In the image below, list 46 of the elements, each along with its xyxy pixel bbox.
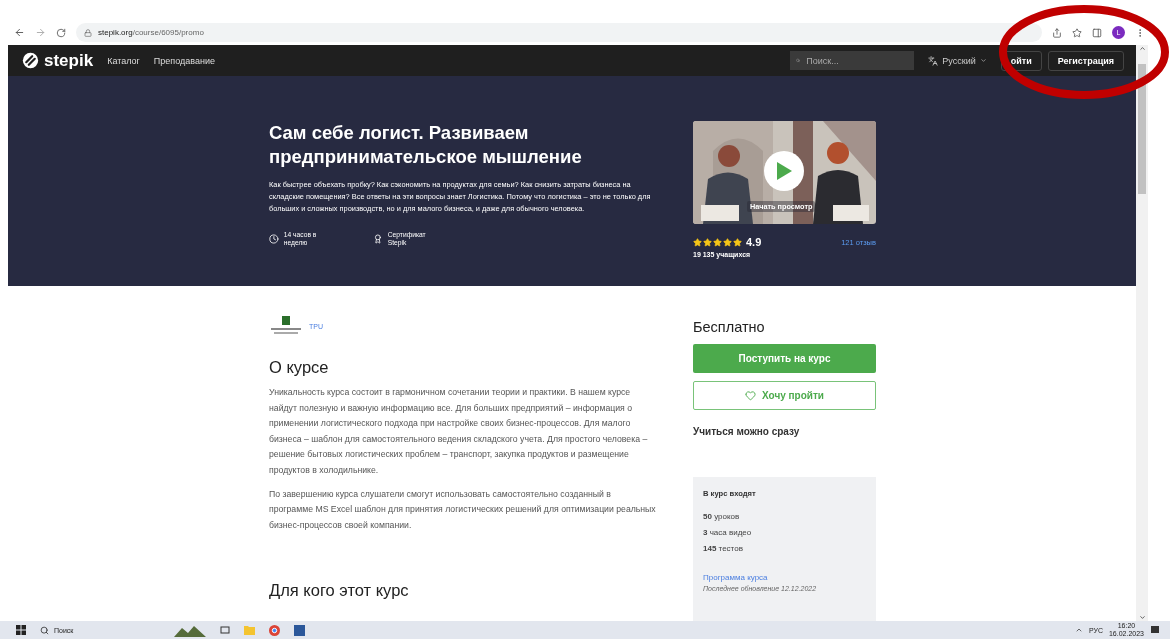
start-note: Учиться можно сразу — [693, 426, 801, 437]
reload-icon[interactable] — [56, 28, 66, 38]
logo-icon — [22, 52, 39, 69]
language-selector[interactable]: Русский — [928, 55, 987, 66]
logo-text[interactable]: stepik — [44, 50, 94, 71]
address-bar[interactable]: stepik.org/course/6095/promo — [76, 23, 1042, 42]
about-paragraph: По завершению курса слушатели смогут использовать самостоятельно созданный в программе MS Excel шаблон для принятия логистических решений для оптимизации реальных бизнес-процессов своей компании. — [269, 487, 657, 532]
includes-item: 3 часа видео — [703, 527, 753, 539]
price-text: Бесплатно — [693, 319, 766, 335]
nav-link[interactable]: Каталог — [107, 55, 140, 66]
about-paragraph: Уникальность курса состоит в гармоничном сочетании теории и практики. В нашем курсе найдут полезную и важную информацию все. Для больших предприятий – информация о применении логистического подхода при настройке своих бизнес-процессов. Для малого бизнеса – шаблон для самостоятельного ведения складского учета. Для простого человека – решение бытовых логистических проблем – транспорт, закупка продуктов и размещение продуктов в холодильнике. — [269, 386, 649, 477]
rating-value: 4.9 — [746, 236, 762, 248]
star-icon — [693, 237, 702, 247]
register-button[interactable]: Регистрация — [1047, 50, 1124, 71]
caret-icon — [979, 57, 987, 64]
url-text: stepik.org/course/6095/promo — [98, 28, 204, 37]
includes-item: 145 тестов — [703, 543, 744, 555]
certificate-icon — [373, 233, 383, 245]
lock-icon — [84, 28, 92, 37]
scrollbar-thumb[interactable] — [1138, 64, 1146, 194]
scroll-up-icon[interactable] — [1138, 45, 1146, 52]
windows-icon[interactable] — [16, 625, 26, 635]
heart-icon — [745, 390, 756, 401]
nav-link[interactable]: Преподавание — [153, 55, 215, 66]
section-heading: Для кого этот курс — [269, 581, 410, 601]
includes-item: 50 уроков — [703, 511, 741, 523]
course-title: Сам себе логист. Развиваем предпринимательское мышление — [269, 121, 583, 169]
program-link[interactable]: Программа курса — [703, 573, 866, 582]
star-icon — [703, 237, 712, 247]
search-input[interactable]: Поиск... — [804, 54, 909, 67]
browser-icon[interactable] — [269, 624, 280, 636]
university-logo-icon — [269, 316, 303, 336]
scroll-down-icon[interactable] — [1138, 614, 1146, 621]
bookmark-star-icon[interactable] — [1072, 27, 1082, 38]
star-icon — [723, 237, 732, 247]
share-icon[interactable] — [1052, 27, 1062, 38]
section-heading: О курсе — [269, 358, 330, 377]
task-view-icon[interactable] — [220, 625, 230, 635]
star-icon — [733, 237, 742, 247]
side-panel-icon[interactable] — [1092, 27, 1102, 38]
search-icon — [40, 625, 49, 635]
back-icon[interactable] — [14, 27, 25, 38]
translate-icon — [928, 55, 939, 66]
star-icon — [713, 237, 722, 247]
search-field[interactable]: Поиск... — [790, 51, 915, 70]
clock-icon — [269, 233, 279, 245]
